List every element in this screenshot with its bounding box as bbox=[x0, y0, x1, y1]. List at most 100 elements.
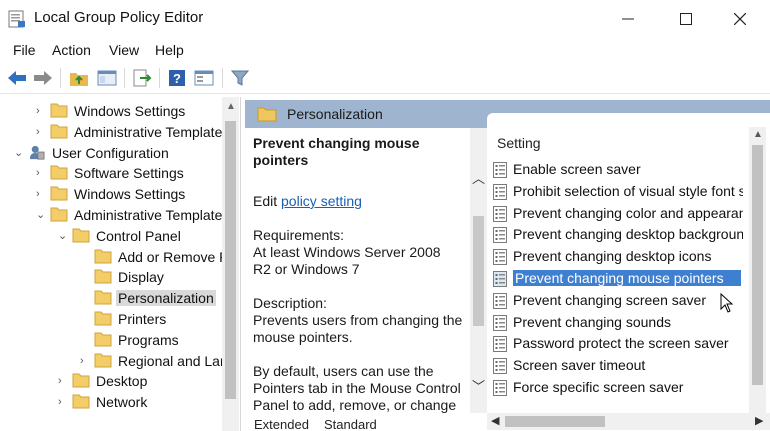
chevron-down-icon[interactable]: ﹀ bbox=[472, 376, 485, 395]
chevron-up-icon[interactable]: ︿ bbox=[472, 168, 485, 187]
window-title: Local Group Policy Editor bbox=[34, 9, 204, 26]
properties-icon bbox=[194, 70, 214, 86]
tree-scrollbar-thumb[interactable] bbox=[225, 121, 236, 399]
scroll-up-arrow-icon[interactable]: ▲ bbox=[753, 129, 763, 140]
policy-setting-icon bbox=[493, 380, 507, 396]
policy-setting-row[interactable]: Prevent changing desktop backgroun bbox=[493, 224, 743, 246]
collapse-chevron-icon[interactable]: › bbox=[36, 188, 46, 200]
policy-setting-row[interactable]: Screen saver timeout bbox=[493, 355, 743, 377]
tree-item[interactable]: Personalization bbox=[0, 288, 222, 309]
policy-setting-icon bbox=[493, 162, 507, 178]
settings-scrollbar[interactable]: ▲ bbox=[749, 127, 766, 413]
description-scrollbar[interactable]: ︿ ﹀ bbox=[470, 128, 487, 413]
user-configuration-icon bbox=[29, 145, 45, 160]
requirements-label: Requirements: bbox=[253, 227, 345, 243]
toolbar: ? bbox=[0, 62, 770, 94]
policy-setting-label: Password protect the screen saver bbox=[513, 335, 729, 352]
collapse-chevron-icon[interactable]: › bbox=[80, 355, 90, 367]
horizontal-scrollbar-thumb[interactable] bbox=[505, 416, 605, 427]
collapse-chevron-icon[interactable]: › bbox=[36, 126, 46, 138]
menu-file[interactable]: File bbox=[13, 42, 36, 58]
scroll-right-arrow-icon[interactable]: ▶ bbox=[755, 414, 763, 427]
tree-item-label: Windows Settings bbox=[74, 186, 186, 203]
filter-button[interactable] bbox=[229, 68, 251, 88]
tree-item[interactable]: › Administrative Template bbox=[0, 122, 222, 143]
export-list-button[interactable] bbox=[131, 68, 153, 88]
description-scrollbar-thumb[interactable] bbox=[473, 216, 484, 326]
policy-setting-row[interactable]: Prohibit selection of visual style font … bbox=[493, 181, 743, 203]
collapse-chevron-icon[interactable]: › bbox=[58, 396, 68, 408]
collapse-chevron-icon[interactable]: › bbox=[36, 167, 46, 179]
policy-setting-label: Prevent changing desktop backgroun bbox=[513, 226, 743, 243]
tree-item[interactable]: Display bbox=[0, 267, 222, 288]
maximize-icon bbox=[680, 13, 692, 25]
tree-item[interactable]: › Windows Settings bbox=[0, 184, 222, 205]
policy-setting-row[interactable]: Prevent changing mouse pointers bbox=[493, 268, 743, 290]
settings-scrollbar-thumb[interactable] bbox=[752, 145, 763, 385]
folder-icon bbox=[50, 124, 68, 139]
close-button[interactable] bbox=[716, 0, 764, 38]
menu-action[interactable]: Action bbox=[52, 42, 91, 58]
policy-setting-row[interactable]: Prevent changing sounds bbox=[493, 312, 743, 334]
tree-item[interactable]: Printers bbox=[0, 309, 222, 330]
expand-chevron-icon[interactable]: ⌄ bbox=[58, 230, 68, 242]
tree-item[interactable]: › Regional and Lar bbox=[0, 351, 225, 372]
tree-item-label: Regional and Lar bbox=[118, 352, 225, 369]
tree-item[interactable]: ⌄ User Configuration bbox=[0, 143, 222, 164]
setting-column-header[interactable]: Setting bbox=[497, 135, 541, 151]
policy-setting-label: Prevent changing mouse pointers bbox=[513, 270, 741, 286]
tree-scrollbar[interactable]: ▲ bbox=[222, 97, 239, 431]
edit-policy-link[interactable]: policy setting bbox=[281, 193, 362, 209]
tree-item[interactable]: ⌄ Control Panel bbox=[0, 226, 222, 247]
tree-item-label: Administrative Template bbox=[74, 207, 223, 223]
tab-extended[interactable]: Extended bbox=[254, 417, 309, 431]
tree-item[interactable]: › Windows Settings bbox=[0, 101, 222, 122]
policy-setting-row[interactable]: Prevent changing desktop icons bbox=[493, 246, 743, 268]
policy-setting-icon bbox=[493, 314, 507, 331]
tree-item[interactable]: › Software Settings bbox=[0, 163, 222, 184]
back-arrow-icon bbox=[8, 71, 26, 85]
properties-button[interactable] bbox=[193, 68, 215, 88]
toolbar-separator bbox=[60, 68, 61, 88]
tree-item[interactable]: › Network bbox=[0, 392, 222, 413]
policy-setting-label: Prevent changing desktop icons bbox=[513, 248, 712, 265]
svg-text:?: ? bbox=[173, 71, 181, 86]
expand-chevron-icon[interactable]: ⌄ bbox=[14, 147, 24, 159]
policy-setting-row[interactable]: Prevent changing screen saver bbox=[493, 290, 743, 312]
tree-item[interactable]: › Desktop bbox=[0, 371, 222, 392]
folder-icon bbox=[50, 165, 68, 180]
tree-item-label: Programs bbox=[118, 331, 179, 348]
policy-setting-row[interactable]: Force specific screen saver bbox=[493, 377, 743, 399]
expand-chevron-icon[interactable]: ⌄ bbox=[36, 209, 46, 221]
maximize-button[interactable] bbox=[662, 0, 710, 38]
policy-title: Prevent changing mouse pointers bbox=[253, 135, 420, 168]
scroll-up-arrow-icon[interactable]: ▲ bbox=[226, 101, 236, 112]
back-button[interactable] bbox=[6, 68, 28, 88]
policy-setting-label: Force specific screen saver bbox=[513, 379, 684, 395]
toolbar-separator bbox=[222, 68, 223, 88]
collapse-chevron-icon[interactable]: › bbox=[36, 105, 46, 117]
policy-setting-icon bbox=[493, 271, 507, 287]
tree-item-label: Desktop bbox=[96, 373, 148, 390]
help-button[interactable]: ? bbox=[166, 68, 188, 88]
tree-item[interactable]: Programs bbox=[0, 330, 222, 351]
policy-setting-label: Prevent changing sounds bbox=[513, 313, 671, 330]
policy-setting-label: Prevent changing color and appearanc bbox=[513, 204, 743, 221]
up-folder-button[interactable] bbox=[68, 68, 90, 88]
minimize-button[interactable] bbox=[604, 0, 652, 38]
menu-help[interactable]: Help bbox=[155, 42, 184, 58]
policy-setting-label: Enable screen saver bbox=[513, 161, 641, 177]
tree-item[interactable]: ⌄ Administrative Template bbox=[0, 205, 222, 226]
policy-setting-row[interactable]: Password protect the screen saver bbox=[493, 333, 743, 355]
tab-standard[interactable]: Standard bbox=[324, 417, 377, 431]
collapse-chevron-icon[interactable]: › bbox=[58, 375, 68, 387]
scroll-left-arrow-icon[interactable]: ◀ bbox=[491, 414, 499, 427]
policy-setting-row[interactable]: Enable screen saver bbox=[493, 159, 743, 181]
menu-view[interactable]: View bbox=[109, 42, 139, 58]
horizontal-scrollbar[interactable]: ◀ ▶ bbox=[487, 413, 770, 430]
forward-button[interactable] bbox=[32, 68, 54, 88]
requirements-text: At least Windows Server 2008 R2 or Windo… bbox=[253, 244, 441, 277]
show-hide-tree-button[interactable] bbox=[96, 68, 118, 88]
tree-item[interactable]: Add or Remove P bbox=[0, 247, 229, 268]
policy-setting-row[interactable]: Prevent changing color and appearanc bbox=[493, 203, 743, 225]
